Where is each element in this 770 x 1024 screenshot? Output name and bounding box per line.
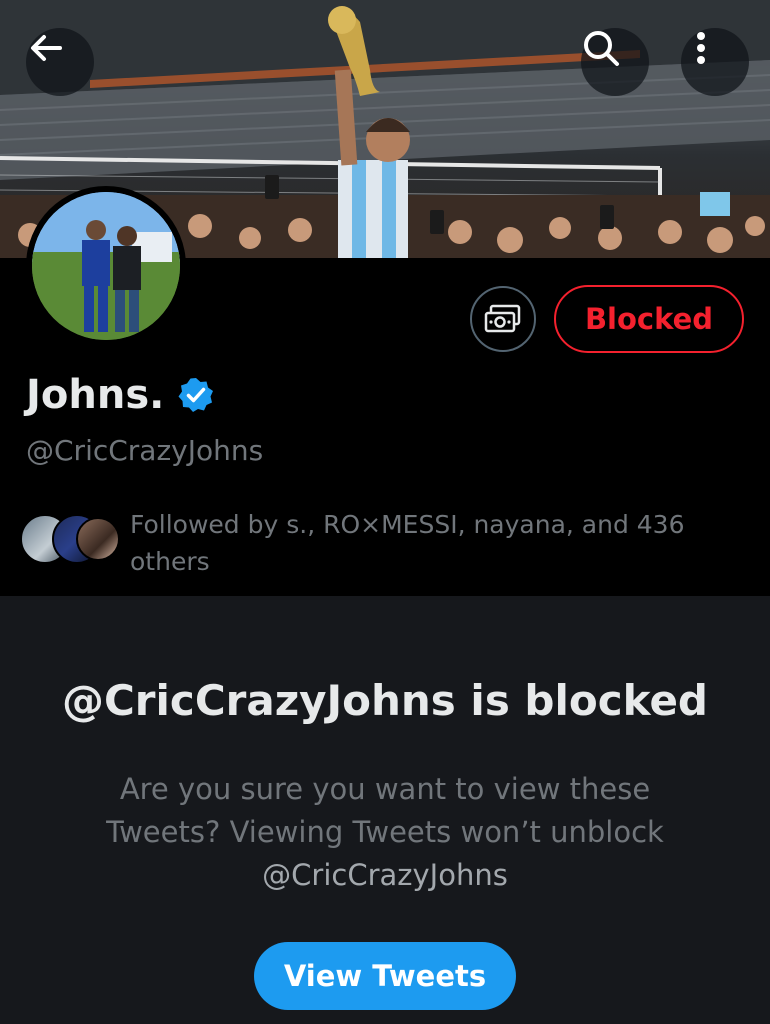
profile-name-row: Johns. <box>26 372 214 418</box>
tip-button[interactable] <box>470 286 536 352</box>
arrow-left-icon <box>31 35 62 61</box>
profile-name: Johns. <box>26 372 165 418</box>
view-tweets-button[interactable]: View Tweets <box>254 942 516 1010</box>
follower-avatar <box>76 517 120 561</box>
follower-avatars <box>20 506 128 566</box>
blocked-description: Are you sure you want to view these Twee… <box>80 768 690 897</box>
blocked-notice-panel: @CricCrazyJohns is blocked Are you sure … <box>0 596 770 1024</box>
blocked-handle: @CricCrazyJohns <box>262 858 508 892</box>
money-icon <box>484 304 521 333</box>
search-icon <box>584 31 619 66</box>
blocked-title: @CricCrazyJohns is blocked <box>61 676 709 725</box>
back-button[interactable] <box>26 28 94 96</box>
profile-handle: @CricCrazyJohns <box>26 434 264 467</box>
profile-avatar[interactable] <box>26 186 186 346</box>
blocked-message: Are you sure you want to view these Twee… <box>106 772 664 849</box>
search-button[interactable] <box>581 28 649 96</box>
more-vertical-icon <box>697 32 705 64</box>
more-options-button[interactable] <box>681 28 749 96</box>
verified-badge-icon[interactable] <box>178 377 214 413</box>
avatar-photo <box>32 192 180 340</box>
followed-by-text: Followed by s., RO×MESSI, nayana, and 43… <box>130 510 685 576</box>
blocked-button[interactable]: Blocked <box>554 285 744 353</box>
followed-by-row[interactable]: Followed by s., RO×MESSI, nayana, and 43… <box>20 506 740 580</box>
